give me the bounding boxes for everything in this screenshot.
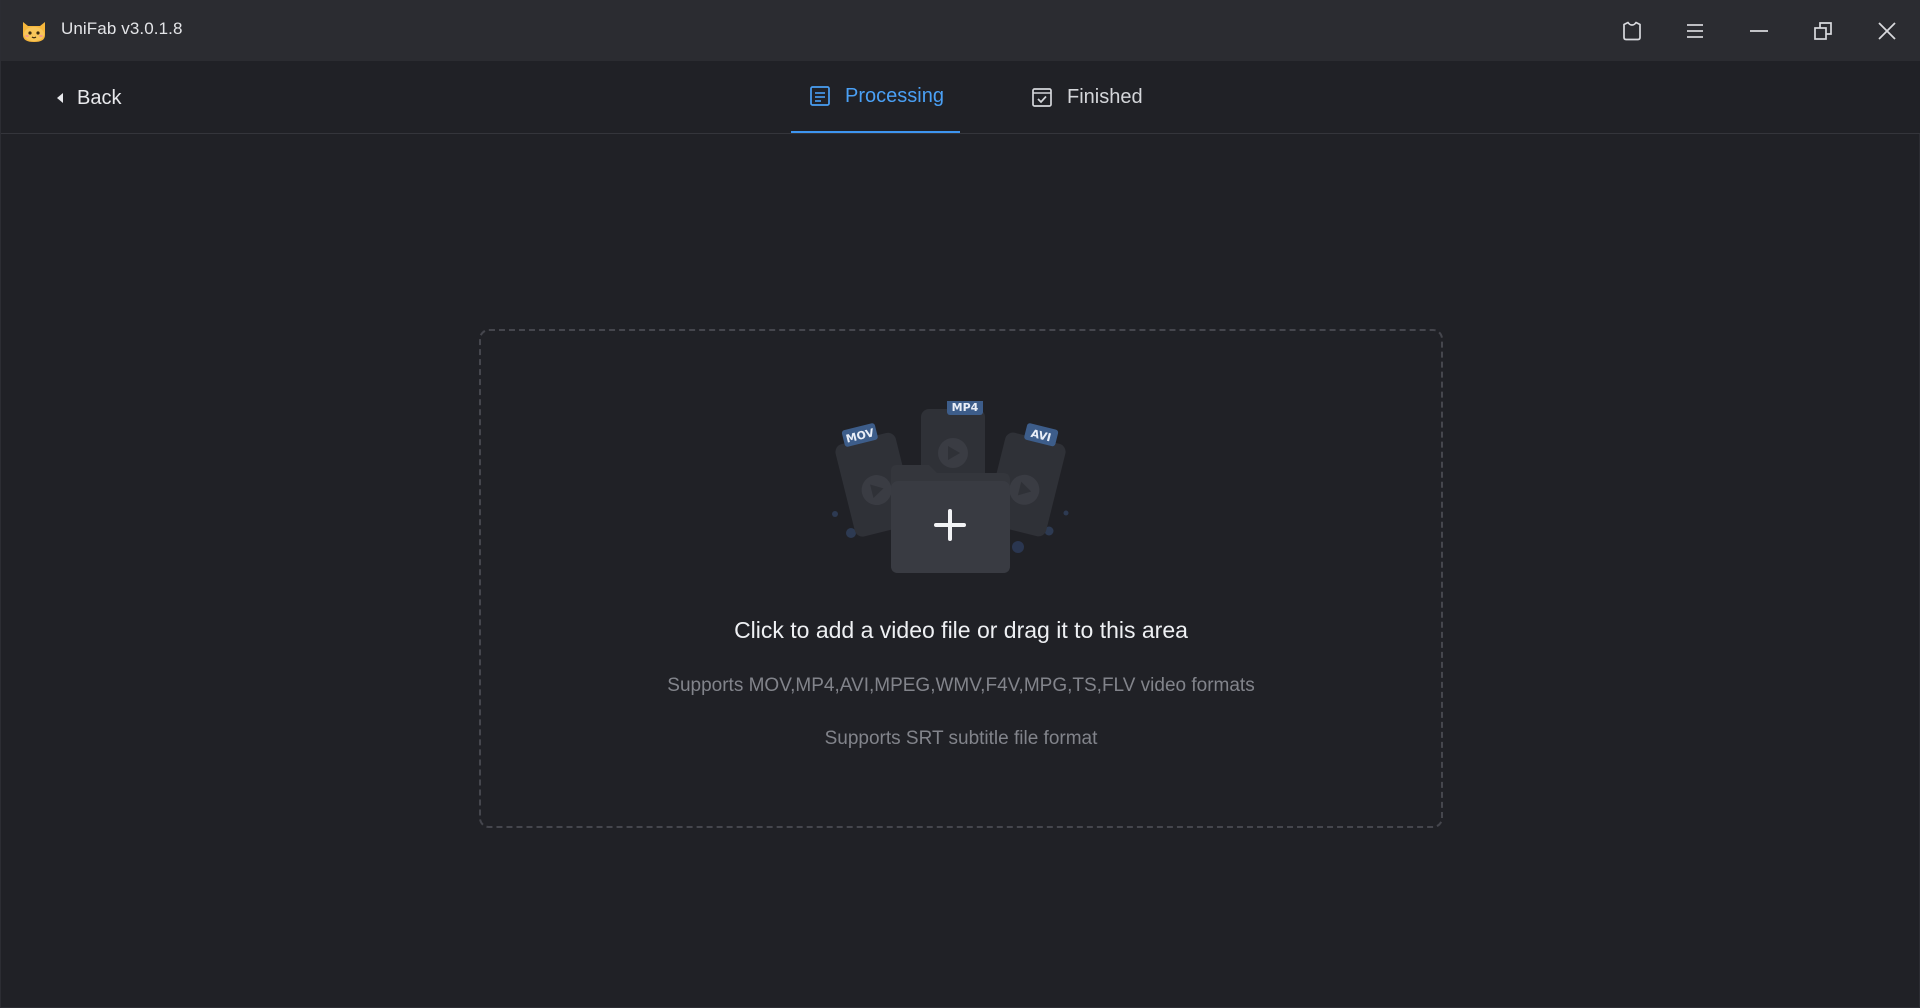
menu-icon	[1687, 24, 1703, 38]
app-title: UniFab v3.0.1.8	[61, 19, 183, 38]
close-button[interactable]	[1870, 14, 1904, 48]
tab-finished-label: Finished	[1067, 85, 1143, 108]
restore-button[interactable]	[1806, 14, 1840, 48]
minimize-icon	[1750, 30, 1768, 32]
app-window: UniFab v3.0.1.8 Back Processing Finished…	[0, 0, 1920, 1008]
back-button[interactable]: Back	[55, 83, 121, 113]
tab-finished[interactable]: Finished	[1031, 61, 1171, 133]
close-icon	[1878, 22, 1896, 40]
subtitle-formats-text: Supports SRT subtitle file format	[824, 728, 1098, 749]
mp4-badge-text: MP4	[952, 401, 979, 414]
restore-icon	[1814, 22, 1832, 40]
tab-processing-label: Processing	[845, 84, 944, 107]
skin-button[interactable]	[1615, 14, 1649, 48]
minimize-button[interactable]	[1742, 14, 1776, 48]
caret-left-icon	[57, 93, 63, 103]
drop-zone-title: Click to add a video file or drag it to …	[734, 617, 1188, 643]
cat-logo-icon	[23, 22, 45, 42]
add-video-folder-icon: MOV MP4 AVI	[832, 401, 1069, 573]
list-doc-icon	[810, 86, 830, 106]
menu-button[interactable]	[1678, 14, 1712, 48]
video-formats-text: Supports MOV,MP4,AVI,MPEG,WMV,F4V,MPG,TS…	[667, 675, 1255, 696]
nav-bar: Back Processing Finished	[1, 61, 1920, 134]
back-label: Back	[77, 86, 122, 109]
checkbox-icon	[1032, 88, 1052, 107]
tab-processing[interactable]: Processing	[791, 61, 960, 133]
file-drop-zone[interactable]: MOV MP4 AVI Click to add a video file or…	[479, 329, 1443, 828]
skin-icon	[1623, 21, 1641, 41]
title-bar: UniFab v3.0.1.8	[1, 0, 1920, 61]
